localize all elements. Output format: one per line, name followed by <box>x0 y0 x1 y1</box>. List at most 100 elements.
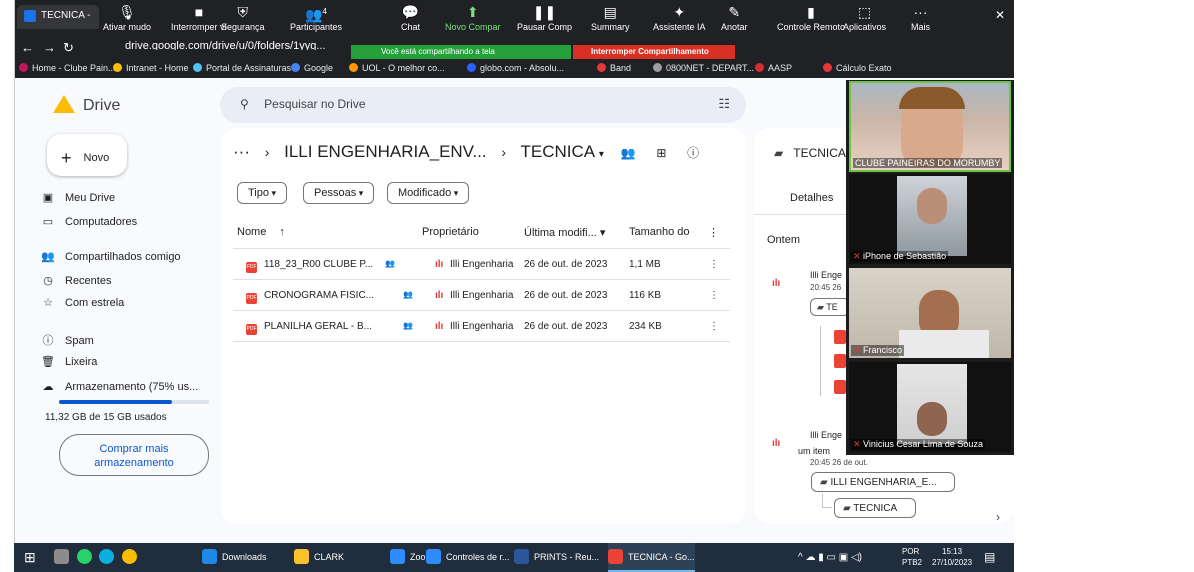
chevron-right-icon[interactable]: › <box>996 510 1000 524</box>
sidebar-item-recentes[interactable]: ◷ Recentes <box>37 274 111 287</box>
video-tile[interactable]: ✕ iPhone de Sebastião <box>849 174 1011 264</box>
filter-icon[interactable]: ☷ <box>718 96 730 112</box>
buy-storage-button[interactable]: Comprar mais armazenamento <box>59 434 209 476</box>
toolbar-more-button[interactable]: ··· Mais <box>911 2 930 36</box>
illi-logo-icon: ılı <box>772 438 781 449</box>
reload-icon[interactable]: ↻ <box>63 40 74 56</box>
new-button[interactable]: + Novo <box>47 134 127 176</box>
column-modified[interactable]: Última modifi... ▾ <box>524 226 605 239</box>
breadcrumb-parent[interactable]: ILLI ENGENHARIA_ENV... <box>284 142 487 161</box>
bookmark-item[interactable]: globo.com - Absolu... <box>467 63 564 73</box>
taskbar-item[interactable]: Controles de r... <box>426 543 510 572</box>
notification-icon[interactable]: ▤ <box>984 543 995 572</box>
close-icon[interactable]: ✕ <box>995 8 1005 22</box>
bookmark-item[interactable]: Band <box>597 63 631 73</box>
column-size[interactable]: Tamanho do <box>629 226 690 238</box>
toolbar-shield-button[interactable]: ⛨ Segurança <box>221 2 265 36</box>
search-input[interactable]: ⚲ Pesquisar no Drive ☷ <box>220 87 746 123</box>
more-vert-icon[interactable]: ⋮ <box>709 290 719 301</box>
filter-chip-tipo[interactable]: Tipo ▾ <box>237 182 288 204</box>
toolbar-share-button[interactable]: ⬆ Novo Compar <box>445 2 501 36</box>
bookmark-item[interactable]: Portal de Assinaturas <box>193 63 291 73</box>
sidebar-item-computadores[interactable]: ▭ Computadores <box>37 215 137 228</box>
toolbar-summary-button[interactable]: ▤ Summary <box>591 2 630 36</box>
file-size: 1,1 MB <box>629 259 661 270</box>
browser-tab[interactable]: TECNICA - <box>17 5 99 29</box>
video-tile[interactable]: ✕ Vinicius Cesar Lima de Souza <box>849 362 1011 452</box>
app-icon[interactable] <box>54 549 69 564</box>
toolbar-pen-button[interactable]: ✎ Anotar <box>721 2 748 36</box>
toolbar-participants-button[interactable]: 👥4 Participantes <box>290 2 342 36</box>
shared-people-icon[interactable]: 👥 <box>621 146 636 160</box>
clock[interactable]: 15:13 27/10/2023 <box>932 543 972 572</box>
drive-logo[interactable]: Drive <box>53 95 120 115</box>
sidebar-item-compartilhados[interactable]: 👥 Compartilhados comigo <box>37 250 180 263</box>
column-owner[interactable]: Proprietário <box>422 226 479 238</box>
toolbar-remote-button[interactable]: ▮ Controle Remoto <box>777 2 845 36</box>
more-vert-icon[interactable]: ⋮ <box>709 259 719 270</box>
bookmark-label: Home - Clube Pain... <box>32 63 116 73</box>
participant-name: ✕ Francisco <box>851 345 905 356</box>
taskbar-item[interactable]: CLARK <box>294 543 344 572</box>
folder-icon: ▰ <box>843 503 854 514</box>
taskbar-item[interactable]: PRINTS - Reu... <box>514 543 599 572</box>
language-indicator[interactable]: POR PTB2 <box>902 543 922 572</box>
participant-name-label: iPhone de Sebastião <box>863 251 947 261</box>
tab-title: TECNICA - <box>41 10 91 21</box>
filter-chip-pessoas[interactable]: Pessoas ▾ <box>303 182 375 204</box>
bookmark-item[interactable]: Google <box>291 63 333 73</box>
tab-details[interactable]: Detalhes <box>790 192 833 204</box>
folder-chip-tecnica[interactable]: ▰ TECNICA <box>834 498 916 518</box>
breadcrumb-more[interactable]: ··· <box>233 142 250 161</box>
folder-chip-illi[interactable]: ▰ ILLI ENGENHARIA_E... <box>811 472 955 492</box>
breadcrumb-current[interactable]: TECNICA <box>520 142 594 161</box>
caret-down-icon[interactable]: ▾ <box>599 149 604 160</box>
bookmark-item[interactable]: 0800NET - DEPART... <box>653 63 754 73</box>
bookmark-item[interactable]: UOL - O melhor co... <box>349 63 445 73</box>
sidebar-item-lixeira[interactable]: 🗑 Lixeira <box>37 355 97 368</box>
bookmark-item[interactable]: AASP <box>755 63 792 73</box>
toolbar-label: Aplicativos <box>843 22 887 32</box>
taskbar-item[interactable]: Downloads <box>202 543 267 572</box>
table-row[interactable]: PDF PLANILHA GERAL - B... 👥 ılı Illi Engenha… <box>233 310 730 341</box>
activity1-folder-chip[interactable]: ▰ TE <box>810 298 850 316</box>
sort-arrow-icon[interactable]: ↑ <box>279 226 285 238</box>
sidebar-item-armazenamento[interactable]: ☁ Armazenamento (75% us... <box>37 380 199 393</box>
grid-view-icon[interactable]: ⊞ <box>656 146 666 160</box>
edge-icon[interactable] <box>99 549 115 564</box>
file-name[interactable]: PLANILHA GERAL - B... <box>264 321 372 332</box>
address-bar[interactable]: drive.google.com/drive/u/0/folders/1yyg.… <box>125 40 385 50</box>
toolbar-apps-button[interactable]: ⬚ Aplicativos <box>843 2 886 36</box>
windows-start-icon[interactable]: ⊞ <box>24 543 36 572</box>
toolbar-pause-button[interactable]: ❚❚ Pausar Comp <box>517 2 572 36</box>
file-name[interactable]: CRONOGRAMA FISIC... <box>264 290 374 301</box>
info-icon[interactable]: ⓘ <box>687 146 699 160</box>
chrome-icon[interactable] <box>121 549 137 564</box>
toolbar-mic-button[interactable]: 🎙 Ativar mudo <box>103 2 151 36</box>
toolbar-sparkle-button[interactable]: ✦ Assistente IA <box>653 2 706 36</box>
sidebar-item-meu-drive[interactable]: ▣ Meu Drive <box>37 191 115 204</box>
toolbar-video-button[interactable]: ■ Interromper ví <box>171 2 227 36</box>
more-vert-icon[interactable]: ⋮ <box>708 226 719 239</box>
sidebar-item-com-estrela[interactable]: ☆ Com estrela <box>37 296 124 309</box>
tray-icons[interactable]: ^ ☁ ▮ ▭ ▣ ◁) <box>798 543 862 572</box>
forward-icon[interactable]: → <box>43 40 56 55</box>
bookmark-item[interactable]: Cálculo Exato <box>823 63 892 73</box>
taskbar-item[interactable]: TECNICA - Go... <box>608 543 695 572</box>
participant-face <box>917 188 947 224</box>
video-tile[interactable]: CLUBE PAINEIRAS DO MORUMBY <box>849 81 1011 172</box>
file-name[interactable]: 118_23_R00 CLUBE P... <box>264 259 373 270</box>
bookmark-item[interactable]: Home - Clube Pain... <box>19 63 116 73</box>
whatsapp-icon[interactable] <box>76 549 92 564</box>
table-row[interactable]: PDF CRONOGRAMA FISIC... 👥 ılı Illi Engenhari… <box>233 279 730 310</box>
bookmark-item[interactable]: Intranet - Home <box>113 63 189 73</box>
table-row[interactable]: PDF 118_23_R00 CLUBE P... 👥 ılı Illi Engenha… <box>233 248 730 279</box>
toolbar-chat-button[interactable]: 💬 Chat <box>401 2 420 36</box>
more-vert-icon[interactable]: ⋮ <box>709 321 719 332</box>
video-tile[interactable]: ✕ Francisco <box>849 268 1011 358</box>
sidebar-item-spam[interactable]: ⓘ Spam <box>37 332 94 348</box>
stop-share-button[interactable]: Interromper Compartilhamento <box>573 45 735 59</box>
back-icon[interactable]: ← <box>21 40 34 55</box>
column-name[interactable]: Nome ↑ <box>237 226 285 238</box>
filter-chip-modificado[interactable]: Modificado ▾ <box>387 182 470 204</box>
